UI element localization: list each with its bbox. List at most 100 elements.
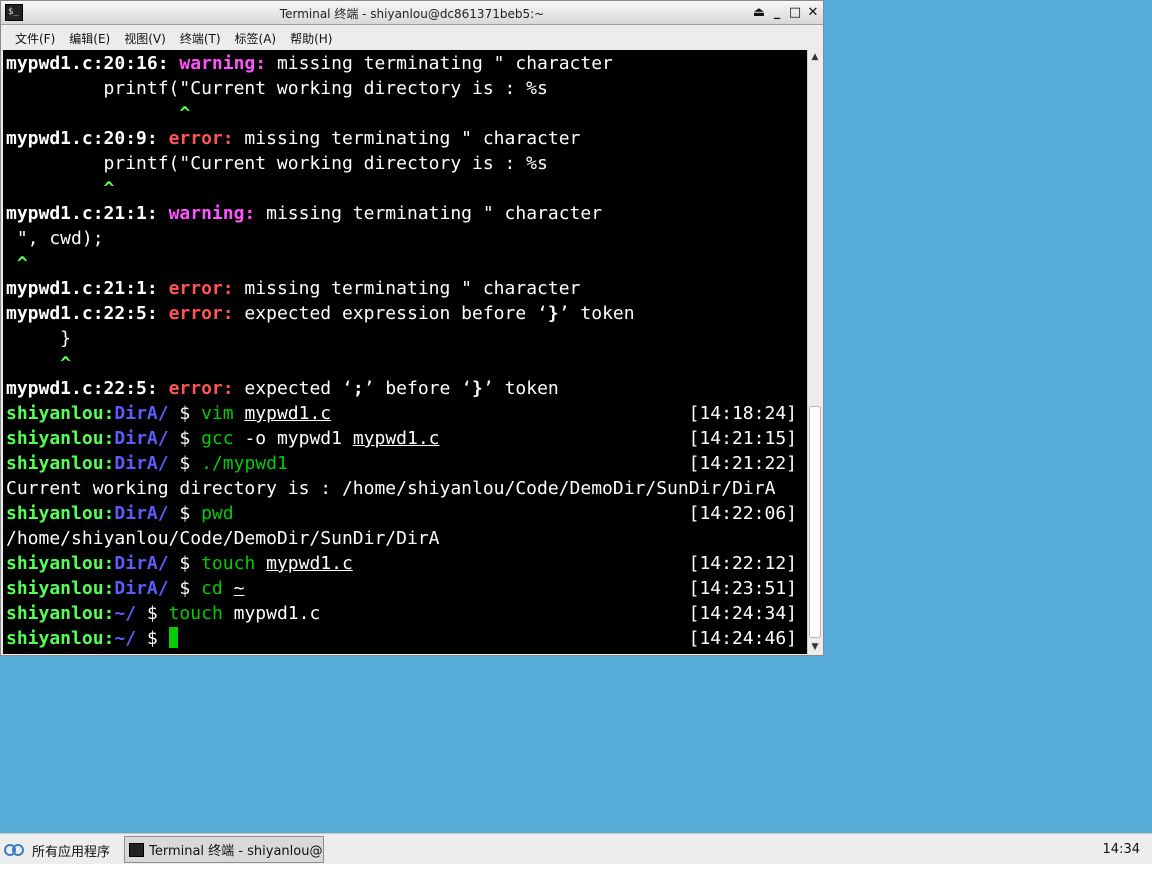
menu-file[interactable]: 文件(F): [8, 25, 62, 49]
prompt-colon: :: [103, 553, 115, 574]
quote-close: ’: [482, 378, 494, 399]
prompt-colon: :: [103, 453, 115, 474]
diag-tail: token: [493, 378, 559, 399]
prompt-sign: $: [168, 503, 202, 524]
prompt-dir: DirA/: [114, 453, 169, 474]
prompt-sign: $: [136, 628, 169, 649]
command-name: ./mypwd1: [201, 453, 288, 474]
menu-edit[interactable]: 编辑(E): [62, 25, 117, 49]
diag-message: missing terminating " character: [233, 278, 581, 299]
menu-view[interactable]: 视图(V): [117, 25, 173, 49]
diag-line: mypwd1.c:21:1: error: missing terminatin…: [6, 276, 580, 301]
prompt-timestamp: [14:21:22]: [688, 453, 797, 474]
text-cursor[interactable]: [168, 627, 178, 648]
scroll-down-icon[interactable]: ▼: [808, 640, 822, 654]
diag-kind: error:: [168, 303, 234, 324]
close-icon[interactable]: ✕: [805, 4, 821, 21]
taskbar: 所有应用程序 Terminal 终端 - shiyanlou@··· 14:34: [0, 833, 1152, 864]
diag-message: expected: [233, 378, 342, 399]
command-name: touch: [168, 603, 223, 624]
diag-location: mypwd1.c:22:5:: [6, 303, 158, 324]
applications-menu-button[interactable]: 所有应用程序: [4, 838, 110, 862]
terminal-window: $ _ Terminal 终端 - shiyanlou@dc861371beb5:…: [0, 0, 824, 656]
diag-line: mypwd1.c:20:16: warning: missing termina…: [6, 51, 613, 76]
source-line: }: [6, 328, 72, 349]
prompt-timestamp: [14:18:24]: [688, 403, 797, 424]
command-output: /home/shiyanlou/Code/DemoDir/SunDir/DirA: [6, 528, 440, 549]
command-arg: mypwd1.c: [222, 603, 321, 624]
prompt-line: shiyanlou:DirA/ $ pwd: [6, 501, 234, 526]
prompt-line: shiyanlou:DirA/ $ cd ~: [6, 576, 244, 601]
source-line: printf("Current working directory is : %…: [6, 153, 548, 174]
diag-location: mypwd1.c:21:1:: [6, 203, 158, 224]
prompt-colon: :: [103, 428, 115, 449]
screen-bottom-area: [0, 864, 1152, 896]
diag-tail: token: [569, 303, 635, 324]
menu-tabs[interactable]: 标签(A): [228, 25, 284, 49]
taskbar-item-terminal[interactable]: Terminal 终端 - shiyanlou@···: [124, 836, 324, 863]
prompt-dir: DirA/: [114, 403, 169, 424]
diag-kind: warning:: [179, 53, 267, 74]
diag-message: missing terminating " character: [233, 128, 581, 149]
clock[interactable]: 14:34: [1103, 842, 1140, 857]
command-arg: mypwd1.c: [244, 403, 332, 424]
prompt-sign: $: [168, 578, 202, 599]
prompt-user: shiyanlou: [6, 428, 104, 449]
diag-line: mypwd1.c:21:1: warning: missing terminat…: [6, 201, 602, 226]
command-name: vim: [201, 403, 234, 424]
command-name: gcc: [201, 428, 234, 449]
menu-terminal[interactable]: 终端(T): [173, 25, 228, 49]
quote-open: ‘: [341, 378, 353, 399]
command-arg: ~: [233, 578, 245, 599]
prompt-sign: $: [168, 453, 202, 474]
prompt-user: shiyanlou: [6, 453, 104, 474]
prompt-timestamp: [14:24:46]: [688, 628, 797, 649]
terminal-output[interactable]: mypwd1.c:20:16: warning: missing termina…: [3, 50, 807, 654]
vertical-scrollbar[interactable]: ▲ ▼: [807, 50, 822, 654]
prompt-sign: $: [168, 403, 202, 424]
prompt-colon: :: [103, 503, 115, 524]
applications-menu-label: 所有应用程序: [32, 844, 111, 860]
prompt-timestamp: [14:22:12]: [688, 553, 797, 574]
command-options: -o mypwd1: [233, 428, 353, 449]
caret-line: ^: [6, 353, 72, 374]
prompt-colon: :: [103, 578, 115, 599]
source-line: ", cwd);: [6, 228, 104, 249]
caret-line: ^: [6, 253, 28, 274]
diag-location: mypwd1.c:20:9:: [6, 128, 158, 149]
minimize-icon[interactable]: _: [769, 4, 785, 21]
prompt-dir: DirA/: [114, 428, 169, 449]
diag-token: ;: [352, 378, 364, 399]
diag-kind: error:: [168, 378, 234, 399]
scroll-up-icon[interactable]: ▲: [808, 50, 822, 64]
diag-message: expected expression before: [233, 303, 538, 324]
command-space: [255, 553, 266, 574]
prompt-dir: DirA/: [114, 503, 169, 524]
diag-location: mypwd1.c:22:5:: [6, 378, 158, 399]
quote-close: ’: [363, 378, 375, 399]
command-space: [223, 578, 234, 599]
prompt-colon: :: [103, 628, 115, 649]
prompt-dir: ~/: [114, 603, 137, 624]
prompt-colon: :: [103, 603, 115, 624]
window-title: Terminal 终端 - shiyanlou@dc861371beb5:~: [279, 7, 545, 21]
command-name: touch: [201, 553, 256, 574]
prompt-user: shiyanlou: [6, 578, 104, 599]
diag-kind: error:: [168, 128, 234, 149]
menu-bar: 文件(F) 编辑(E) 视图(V) 终端(T) 标签(A) 帮助(H): [1, 25, 823, 49]
command-output: Current working directory is : /home/shi…: [6, 478, 776, 499]
caret-line: ^: [6, 103, 191, 124]
maximize-icon[interactable]: □: [787, 4, 803, 21]
diag-line: mypwd1.c:22:5: error: expected expressio…: [6, 301, 635, 326]
title-bar[interactable]: $_ Terminal 终端 - shiyanlou@dc861371beb5:…: [1, 1, 823, 25]
shade-icon[interactable]: ⏏: [751, 4, 767, 21]
prompt-line: shiyanlou:DirA/ $ gcc -o mypwd1 mypwd1.c: [6, 426, 440, 451]
menu-help[interactable]: 帮助(H): [283, 25, 339, 49]
diag-location: mypwd1.c:20:16:: [6, 53, 169, 74]
scrollbar-thumb[interactable]: [809, 406, 821, 638]
prompt-user: shiyanlou: [6, 628, 104, 649]
diag-line: mypwd1.c:22:5: error: expected ‘;’ befor…: [6, 376, 559, 401]
quote-open: ‘: [461, 378, 473, 399]
diag-kind: warning:: [168, 203, 256, 224]
diag-mid: before: [374, 378, 462, 399]
